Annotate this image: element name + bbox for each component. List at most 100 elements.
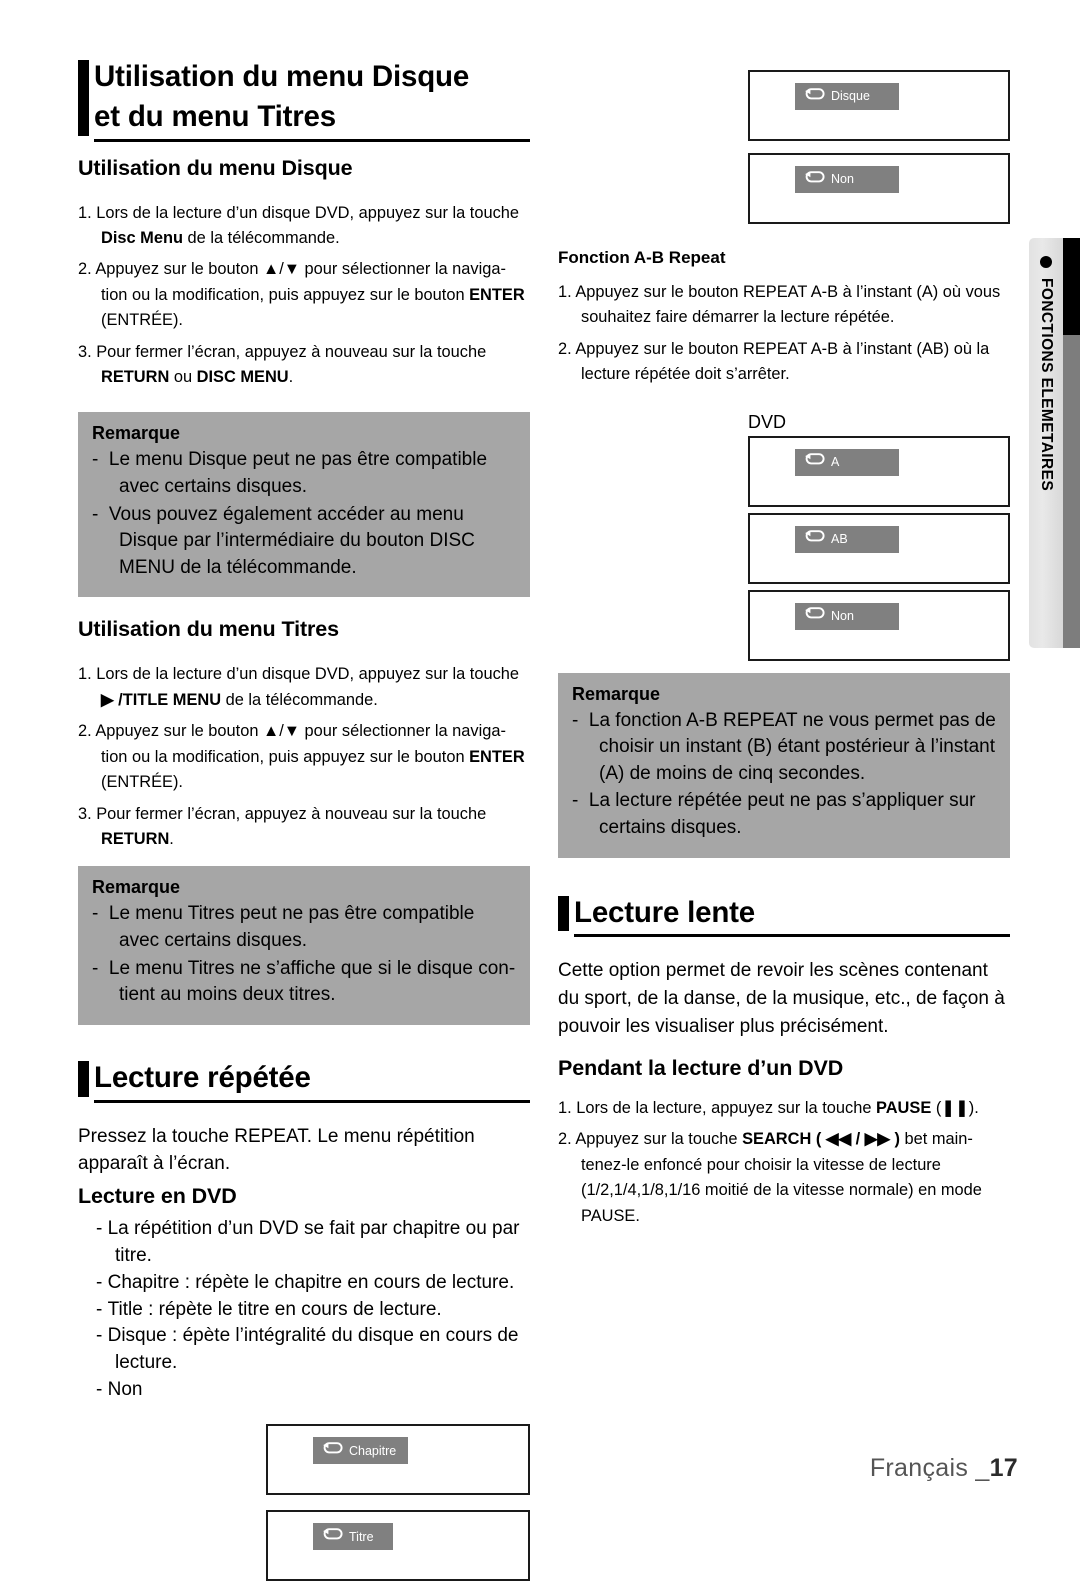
osd-chip-label: Disque: [831, 89, 870, 104]
step-text: Lors de la lecture, appuyez sur la touch…: [576, 1099, 979, 1118]
remarque-title: Remarque: [92, 423, 181, 444]
page-title: Utilisation du menu Disque et du menu Ti…: [78, 58, 530, 142]
osd-caption-dvd: DVD: [748, 411, 787, 432]
remarque-ab-repeat: Remarque - La fonction A-B REPEAT ne vou…: [558, 672, 1010, 858]
title-rule: [94, 138, 530, 142]
step-number: 1.: [78, 665, 92, 684]
repeat-icon: [804, 453, 826, 471]
repeat-icon: [804, 530, 826, 548]
footer: Français _17: [870, 1454, 1018, 1483]
heading-slow-dvd: Pendant la lecture d’un DVD: [558, 1056, 844, 1081]
step-number: 1.: [558, 1099, 572, 1118]
remarque-title: Remarque: [92, 877, 181, 898]
osd-screen-non-ab: Non: [748, 589, 1010, 661]
step-text: Lors de la lecture d’un disque DVD, appu…: [96, 665, 519, 709]
osd-chip: Titre: [313, 1523, 393, 1551]
remarque-title: Remarque: [572, 683, 661, 704]
heading-repeat-dvd: Lecture en DVD: [78, 1183, 237, 1208]
step-number: 2.: [558, 339, 572, 358]
step-number: 1.: [558, 283, 572, 301]
repeat-bullets: - La répétition d’un DVD se fait par cha…: [96, 1216, 530, 1405]
remarque-item: - Le menu Titres ne s’affiche que si le …: [92, 957, 516, 1006]
heading-ab-repeat: Fonction A-B Repeat: [558, 248, 726, 267]
title-accent-bar: [558, 895, 569, 932]
steps-slow: 1. Lors de la lecture, appuyez sur la to…: [558, 1096, 1010, 1229]
sidetab-black-strip: [1063, 238, 1080, 335]
step-item: 2. Appuyez sur la touche SEARCH ( ◀◀ / ▶…: [558, 1127, 1010, 1229]
title-rule: [94, 1099, 530, 1103]
step-number: 2.: [558, 1130, 572, 1149]
step-text: Appuyez sur la touche SEARCH ( ◀◀ / ▶▶ )…: [575, 1130, 982, 1225]
step-item: 3. Pour fermer l’écran, appuyez à nouvea…: [78, 802, 530, 853]
step-number: 2.: [78, 722, 92, 741]
remarque-list: - La fonction A-B REPEAT ne vous permet …: [572, 708, 996, 842]
page-number: 17: [989, 1454, 1018, 1482]
remarque-item: - Vous pouvez également accéder au menu …: [92, 503, 475, 578]
step-text: Pour fermer l’écran, appuyez à nouveau s…: [96, 804, 487, 848]
title-rule: [574, 934, 1010, 938]
step-text: Appuyez sur le bouton ▲/▼ pour sélection…: [95, 260, 525, 330]
section-title-repeat: Lecture répétée: [78, 1059, 530, 1103]
remarque-list: - Le menu Disque peut ne pas être compat…: [92, 447, 516, 581]
osd-chip-label: Non: [831, 172, 854, 187]
osd-chip: Non: [795, 602, 899, 630]
osd-chip-label: Chapitre: [349, 1443, 397, 1458]
remarque-item: - Le menu Titres peut ne pas être compat…: [92, 903, 475, 951]
osd-screen-non: Non: [748, 153, 1010, 224]
repeat-icon: [804, 607, 826, 625]
title-accent-bar: [78, 1060, 89, 1097]
heading-disc-menu: Utilisation du menu Disque: [78, 155, 353, 180]
osd-group-ab: DVD A AB Non: [748, 412, 1010, 661]
osd-chip: A: [795, 448, 899, 476]
section-title-text: Lecture lente: [574, 895, 756, 929]
remarque-item: - La fonction A-B REPEAT ne vous permet …: [572, 709, 996, 784]
osd-chip-label: A: [831, 454, 840, 469]
document-page: Utilisation du menu Disque et du menu Ti…: [0, 0, 1080, 1581]
remarque-title-menu: Remarque - Le menu Titres peut ne pas êt…: [78, 866, 530, 1025]
osd-chip: Non: [795, 166, 899, 193]
repeat-icon: [322, 1528, 344, 1546]
step-item: 1. Appuyez sur le bouton REPEAT A-B à l’…: [558, 280, 1010, 331]
step-number: 3.: [78, 804, 92, 823]
step-number: 2.: [78, 260, 92, 279]
step-text: Appuyez sur le bouton REPEAT A-B à l’ins…: [575, 339, 990, 384]
step-text: Pour fermer l’écran, appuyez à nouveau s…: [96, 342, 487, 387]
slow-intro: Cette option permet de revoir les scènes…: [558, 960, 1005, 1037]
steps-ab-repeat: 1. Appuyez sur le bouton REPEAT A-B à l’…: [558, 280, 1010, 388]
step-text: Lors de la lecture d’un disque DVD, appu…: [96, 203, 519, 247]
osd-chip-label: AB: [831, 531, 848, 546]
step-item: 1. Lors de la lecture d’un disque DVD, a…: [78, 201, 530, 252]
section-title-text: Lecture répétée: [94, 1060, 311, 1094]
remarque-item: - Le menu Disque peut ne pas être compat…: [92, 449, 488, 498]
step-item: 3. Pour fermer l’écran, appuyez à nouvea…: [78, 340, 530, 391]
footer-language: Français _: [869, 1454, 990, 1482]
list-item: - La répétition d’un DVD se fait par cha…: [96, 1217, 520, 1266]
repeat-intro: Pressez la touche REPEAT. Le menu répéti…: [78, 1125, 475, 1175]
step-item: 2. Appuyez sur le bouton ▲/▼ pour sélect…: [78, 719, 530, 795]
sidetab-gray-strip: [1063, 335, 1080, 648]
steps-title-menu: 1. Lors de la lecture d’un disque DVD, a…: [78, 662, 530, 852]
osd-screen-ab: AB: [748, 512, 1010, 584]
heading-title-menu: Utilisation du menu Titres: [78, 617, 340, 642]
list-item: - Non: [96, 1379, 143, 1401]
step-text: Appuyez sur le bouton REPEAT A-B à l’ins…: [575, 283, 1001, 327]
list-item: - Disque : épète l’intégralité du disque…: [96, 1325, 519, 1374]
sidetab: FONCTIONS ELEMETAIRES: [1029, 238, 1063, 648]
step-item: 1. Lors de la lecture d’un disque DVD, a…: [78, 662, 530, 713]
section-title-slow: Lecture lente: [558, 894, 1010, 938]
osd-group-left: Chapitre Titre: [266, 1424, 530, 1581]
bullet-dot-icon: [1040, 256, 1052, 268]
page-title-line1: Utilisation du menu Disque: [94, 60, 470, 93]
osd-chip: Disque: [795, 83, 899, 110]
repeat-icon: [804, 170, 826, 189]
osd-group-right-top: Disque Non: [748, 70, 1010, 224]
remarque-list: - Le menu Titres peut ne pas être compat…: [92, 901, 516, 1008]
osd-chip: Chapitre: [313, 1437, 409, 1465]
left-column: Utilisation du menu Disque et du menu Ti…: [78, 0, 530, 1581]
osd-chip: AB: [795, 525, 899, 553]
sidetab-inner: FONCTIONS ELEMETAIRES: [1029, 238, 1063, 648]
sidetab-label: FONCTIONS ELEMETAIRES: [1038, 278, 1055, 492]
list-item: - Chapitre : répète le chapitre en cours…: [96, 1271, 515, 1293]
osd-screen-disque: Disque: [748, 70, 1010, 141]
right-column: Disque Non Fonction A-B Repeat 1. Appuye…: [558, 0, 1010, 1229]
